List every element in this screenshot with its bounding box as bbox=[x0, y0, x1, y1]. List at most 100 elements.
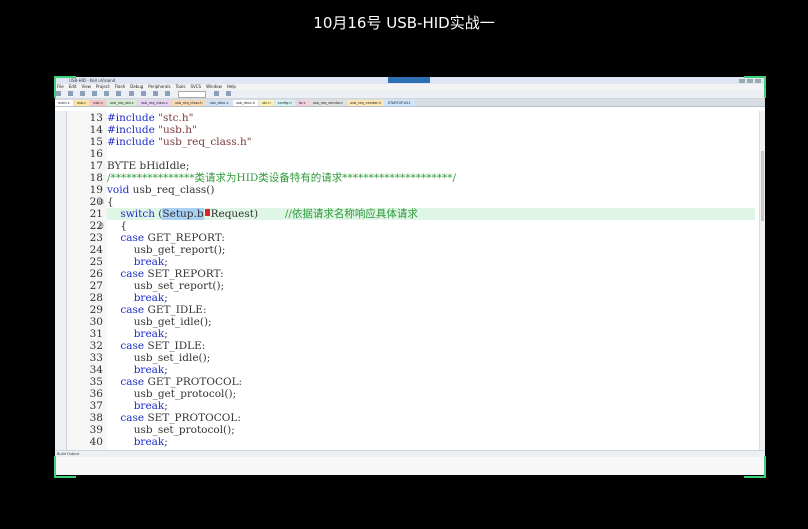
line-number: 33 bbox=[89, 352, 103, 364]
copy-icon[interactable] bbox=[104, 91, 110, 96]
menu-item-help[interactable]: Help bbox=[227, 84, 236, 89]
code-token: break bbox=[133, 400, 165, 412]
file-tab[interactable]: config.h bbox=[274, 100, 295, 106]
file-tab[interactable]: usb_req_vendor.h bbox=[347, 100, 384, 106]
code-token: SET_PROTOCOL: bbox=[144, 412, 241, 424]
code-line[interactable]: 17 BYTE bHidIdle; bbox=[90, 160, 755, 172]
file-tab[interactable]: stc.h bbox=[259, 100, 274, 106]
code-line[interactable]: 39 usb_set_protocol(); bbox=[90, 424, 755, 436]
code-line[interactable]: 31 break; bbox=[90, 328, 755, 340]
ide-title-bar: USB-HID - Keil uVision4 bbox=[55, 77, 765, 84]
code-line[interactable]: 28 break; bbox=[90, 292, 755, 304]
line-number: 31 bbox=[89, 328, 103, 340]
line-number: 34 bbox=[89, 364, 103, 376]
cut-icon[interactable] bbox=[92, 91, 98, 96]
code-line[interactable]: 19 void usb_req_class() bbox=[90, 184, 755, 196]
scrollbar-thumb[interactable] bbox=[761, 151, 764, 221]
code-token: ; bbox=[164, 328, 168, 340]
code-token: GET_REPORT: bbox=[144, 232, 225, 244]
menu-item-flash[interactable]: Flash bbox=[115, 84, 125, 89]
line-number: 16 bbox=[89, 148, 103, 160]
menu-item-tools[interactable]: Tools bbox=[176, 84, 186, 89]
code-line[interactable]: 22 ⊟ { bbox=[90, 220, 755, 232]
frame-corner-bottom-left bbox=[54, 456, 76, 478]
status-bar: Build Output bbox=[55, 450, 765, 457]
mouse-cursor-icon bbox=[204, 209, 210, 216]
code-line[interactable]: 27 usb_set_report(); bbox=[90, 280, 755, 292]
code-line[interactable]: 38 case SET_PROTOCOL: bbox=[90, 412, 755, 424]
redo-icon[interactable] bbox=[140, 91, 146, 96]
line-number: 14 bbox=[89, 124, 103, 136]
code-token: Setup.b bbox=[162, 208, 204, 220]
code-line[interactable]: 34 break; bbox=[90, 364, 755, 376]
code-line[interactable]: 20 ⊟{ bbox=[90, 196, 755, 208]
menu-item-peripherals[interactable]: Peripherals bbox=[148, 84, 170, 89]
code-line[interactable]: 15 #include "usb_req_class.h" bbox=[90, 136, 755, 148]
video-title: 10月16号 USB-HID实战一 bbox=[313, 14, 495, 32]
code-line[interactable]: 16 bbox=[90, 148, 755, 160]
debug-icon[interactable] bbox=[214, 91, 220, 96]
frame-corner-top-left bbox=[54, 76, 76, 98]
code-token: "usb.h" bbox=[158, 124, 197, 136]
line-number: 27 bbox=[89, 280, 103, 292]
file-tab[interactable]: usb_req_class.c bbox=[137, 100, 171, 106]
line-number: 25 bbox=[89, 256, 103, 268]
paste-icon[interactable] bbox=[116, 91, 122, 96]
code-token: case bbox=[120, 376, 145, 388]
code-line[interactable]: 30 usb_get_idle(); bbox=[90, 316, 755, 328]
code-line[interactable]: 25 break; bbox=[90, 256, 755, 268]
options-icon[interactable] bbox=[226, 91, 232, 96]
line-number: 15 bbox=[89, 136, 103, 148]
code-token: break bbox=[133, 328, 165, 340]
code-area[interactable]: 13 #include "stc.h" 14 #include "usb.h" 15 #i… bbox=[90, 111, 755, 450]
code-line[interactable]: 26 case SET_REPORT: bbox=[90, 268, 755, 280]
code-token: "stc.h" bbox=[158, 112, 194, 124]
line-number: 17 bbox=[89, 160, 103, 172]
toolbar bbox=[55, 90, 765, 99]
code-line[interactable]: 35 case GET_PROTOCOL: bbox=[90, 376, 755, 388]
build-icon[interactable] bbox=[152, 91, 158, 96]
code-line[interactable]: 29 case GET_IDLE: bbox=[90, 304, 755, 316]
target-select[interactable] bbox=[177, 91, 206, 98]
menu-item-view[interactable]: View bbox=[81, 84, 91, 89]
vertical-scrollbar[interactable] bbox=[759, 111, 765, 450]
code-line[interactable]: 14 #include "usb.h" bbox=[90, 124, 755, 136]
code-token: case bbox=[120, 412, 145, 424]
code-line[interactable]: 18 /****************类请求为HID类设备特有的请求******… bbox=[90, 172, 755, 184]
code-line[interactable]: 40 break; bbox=[90, 436, 755, 448]
code-token: SET_IDLE: bbox=[144, 340, 206, 352]
code-line[interactable]: 21 switch (Setup.b Request) //依据请求名称响应具体请… bbox=[90, 208, 755, 220]
menu-item-debug[interactable]: Debug bbox=[130, 84, 143, 89]
frame-corner-bottom-right bbox=[744, 456, 766, 478]
code-token: void bbox=[107, 184, 130, 196]
code-token: #include bbox=[107, 124, 159, 136]
code-line[interactable]: 23 case GET_REPORT: bbox=[90, 232, 755, 244]
code-token: SET_REPORT: bbox=[144, 268, 224, 280]
file-tab[interactable]: usb_req_class.h bbox=[171, 100, 206, 106]
fold-toggle-icon[interactable]: ⊟ bbox=[97, 220, 105, 232]
file-tab[interactable]: usb_desc.h bbox=[232, 100, 259, 106]
menu-item-svcs[interactable]: SVCS bbox=[190, 84, 201, 89]
save-icon[interactable] bbox=[80, 91, 86, 96]
code-token: break bbox=[133, 256, 165, 268]
file-tab[interactable]: isr.c bbox=[295, 100, 309, 106]
code-line[interactable]: 32 case SET_IDLE: bbox=[90, 340, 755, 352]
rebuild-icon[interactable] bbox=[164, 91, 170, 96]
file-tab[interactable]: usb_req_vendor.c bbox=[309, 100, 347, 106]
code-line[interactable]: 37 break; bbox=[90, 400, 755, 412]
code-line[interactable]: 36 usb_get_protocol(); bbox=[90, 388, 755, 400]
code-token: ; bbox=[164, 364, 168, 376]
code-line[interactable]: 33 usb_set_idle(); bbox=[90, 352, 755, 364]
fold-toggle-icon[interactable]: ⊟ bbox=[97, 196, 105, 208]
menu-item-window[interactable]: Window bbox=[206, 84, 222, 89]
menu-item-project[interactable]: Project bbox=[96, 84, 110, 89]
file-tab[interactable]: STARTUP.A51 bbox=[384, 100, 414, 106]
code-line[interactable]: 13 #include "stc.h" bbox=[90, 112, 755, 124]
code-editor[interactable]: 13 #include "stc.h" 14 #include "usb.h" 15 #i… bbox=[55, 111, 765, 450]
code-line[interactable]: 24 usb_get_report(); bbox=[90, 244, 755, 256]
undo-icon[interactable] bbox=[128, 91, 134, 96]
